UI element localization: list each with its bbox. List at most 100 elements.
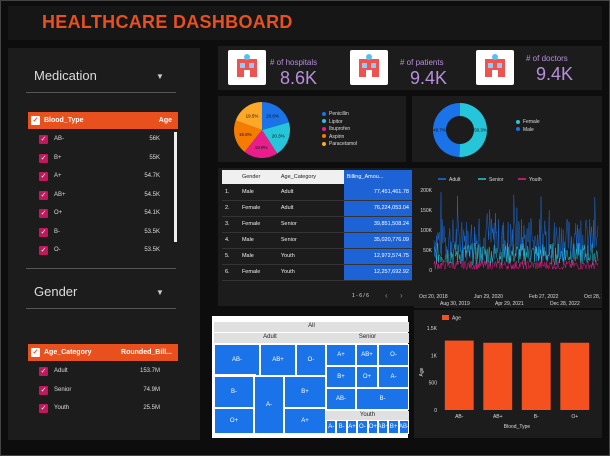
legend-swatch [442, 315, 449, 320]
pagination-label: 1 - 6 / 6 [352, 293, 369, 299]
table-row[interactable]: 5. Male Youth 12,972,574.75 [222, 248, 412, 265]
table-row[interactable]: 6. Female Youth 12,257,692.92 [222, 264, 412, 281]
table-row[interactable]: 2. Female Adult 76,224,053.04 [222, 200, 412, 217]
y-tick-label: 200K [420, 188, 432, 194]
column-header[interactable]: Gender [238, 170, 278, 184]
treemap-cell[interactable]: O- [357, 420, 368, 434]
select-all-checkbox[interactable]: ✓ [31, 116, 40, 125]
legend-item[interactable]: Female [516, 119, 540, 125]
kpi-label: # of doctors [526, 54, 568, 63]
filter-list-item[interactable]: ✓ B+ 55K [28, 150, 168, 168]
treemap-cell[interactable]: AB- [326, 388, 356, 410]
legend-item[interactable]: Lipitor [322, 119, 343, 125]
treemap-cell[interactable]: B- [336, 420, 347, 434]
filter-list-item[interactable]: ✓ O+ 54.1K [28, 205, 168, 223]
checkbox[interactable]: ✓ [39, 227, 48, 237]
next-page-button[interactable]: › [400, 291, 403, 300]
table-cell: 35,020,776.09 [343, 232, 412, 249]
table-row[interactable]: 4. Male Senior 35,020,776.09 [222, 232, 412, 249]
treemap-cell[interactable]: AB- [398, 420, 410, 434]
table-row[interactable]: 3. Female Senior 39,851,508.24 [222, 216, 412, 233]
column-header[interactable] [222, 170, 239, 184]
prev-page-button[interactable]: ‹ [385, 291, 388, 300]
treemap-cell[interactable]: AB+ [356, 344, 378, 366]
checkbox[interactable]: ✓ [39, 404, 48, 413]
treemap-cell[interactable]: O+ [367, 420, 378, 434]
checkbox[interactable]: ✓ [39, 367, 48, 376]
treemap-cell[interactable]: A+ [326, 344, 356, 366]
legend-item[interactable]: Ibuprofen [322, 126, 350, 132]
treemap-group-header[interactable]: Youth [326, 411, 409, 420]
checkbox[interactable]: ✓ [39, 190, 48, 200]
slice-label: 19.9% [255, 145, 268, 150]
checkbox[interactable]: ✓ [39, 246, 48, 255]
table-row[interactable]: 1. Male Adult 77,451,461.78 [222, 184, 412, 201]
checkbox[interactable]: ✓ [39, 209, 48, 218]
treemap-group-header[interactable]: Adult [214, 333, 326, 343]
series-line[interactable] [433, 259, 599, 271]
treemap-cell[interactable]: A- [378, 366, 409, 388]
filter-item-label: AB+ [54, 191, 66, 198]
treemap-cell[interactable]: B+ [326, 366, 356, 388]
checkbox[interactable]: ✓ [39, 385, 48, 395]
legend-item[interactable]: Male [516, 127, 534, 133]
list-scrollbar[interactable] [174, 132, 177, 242]
billing-table: Gender Age_Category Billing_Amou... 1. Male… [222, 170, 412, 281]
slice-label: 19.8% [239, 132, 252, 137]
checkbox[interactable]: ✓ [39, 153, 48, 163]
treemap-cell[interactable]: O- [378, 344, 409, 366]
filter-list-item[interactable]: ✓ Youth 25.5M [28, 400, 168, 418]
filter-list-item[interactable]: ✓ A+ 54.7K [28, 168, 168, 186]
checkbox[interactable]: ✓ [39, 135, 48, 144]
treemap-group-header[interactable]: All [214, 322, 409, 332]
blood-type-list-header[interactable]: ✓ Blood_Type Age [28, 112, 178, 129]
treemap-cell[interactable]: A+ [284, 408, 326, 434]
bar[interactable] [521, 342, 551, 410]
treemap-cell[interactable]: O+ [356, 366, 378, 388]
filter-list-item[interactable]: ✓ Senior 74.9M [28, 382, 168, 400]
age-category-list-header[interactable]: ✓ Age_Category Rounded_Bill... [28, 344, 178, 361]
bar[interactable] [483, 342, 513, 410]
filter-item-label: AB- [54, 136, 65, 142]
medication-dropdown[interactable]: Medication ▼ [8, 60, 200, 90]
checkbox[interactable]: ✓ [39, 172, 48, 181]
treemap-cell[interactable]: AB- [214, 344, 260, 376]
column-header[interactable]: Billing_Amou... [343, 170, 412, 184]
treemap-cell[interactable]: B- [356, 388, 409, 410]
treemap-cell[interactable]: AB+ [260, 344, 296, 376]
medication-dropdown-label: Medication [34, 68, 97, 83]
legend-item[interactable]: Aspirin [322, 134, 344, 140]
filter-list-item[interactable]: ✓ Adult 153.7M [28, 363, 168, 381]
treemap-cell[interactable]: B+ [388, 420, 399, 434]
slice-label: 50.3% [474, 128, 487, 133]
treemap-cell[interactable]: A- [254, 376, 284, 434]
bar[interactable] [560, 342, 590, 410]
treemap-cell[interactable]: O+ [214, 408, 254, 434]
treemap-cell[interactable]: O- [296, 344, 326, 376]
legend-item[interactable]: Penicillin [322, 111, 349, 117]
treemap-cell[interactable]: A- [326, 420, 337, 434]
treemap-cell[interactable]: B- [212, 374, 256, 410]
kpi-value: 9.4K [410, 68, 448, 88]
legend-label: Youth [529, 177, 542, 183]
legend-item[interactable]: Paracetamol [322, 141, 357, 147]
gender-dropdown[interactable]: Gender ▼ [8, 276, 200, 306]
filter-list-item[interactable]: ✓ AB+ 54.5K [28, 187, 168, 205]
filter-list-item[interactable]: ✓ O- 53.5K [28, 242, 168, 260]
filter-list-item[interactable]: ✓ B- 53.5K [28, 224, 168, 242]
x-tick-label: AB+ [493, 414, 503, 420]
treemap-cell[interactable]: B+ [284, 376, 326, 408]
treemap-cell[interactable]: AB+ [377, 420, 389, 434]
bar[interactable] [444, 340, 474, 410]
treemap-group-header[interactable]: Senior [326, 333, 409, 343]
select-all-checkbox[interactable]: ✓ [31, 348, 40, 357]
legend-label: Paracetamol [329, 141, 358, 147]
blood-type-bar-chart: Age 1.5K 1K 500 0 AB- AB+ B- O+ Blood_Type Age [419, 315, 590, 430]
gender-dropdown-label: Gender [34, 284, 78, 299]
treemap-cell[interactable]: A+ [346, 420, 358, 434]
filter-list-item[interactable]: ✓ AB- 56K [28, 131, 168, 149]
column-header[interactable]: Age_Category [277, 170, 344, 184]
legend-label: Lipitor [329, 118, 343, 125]
legend-label: Senior [489, 177, 504, 183]
x-tick-label: Jun 29, 2020 [474, 294, 503, 300]
